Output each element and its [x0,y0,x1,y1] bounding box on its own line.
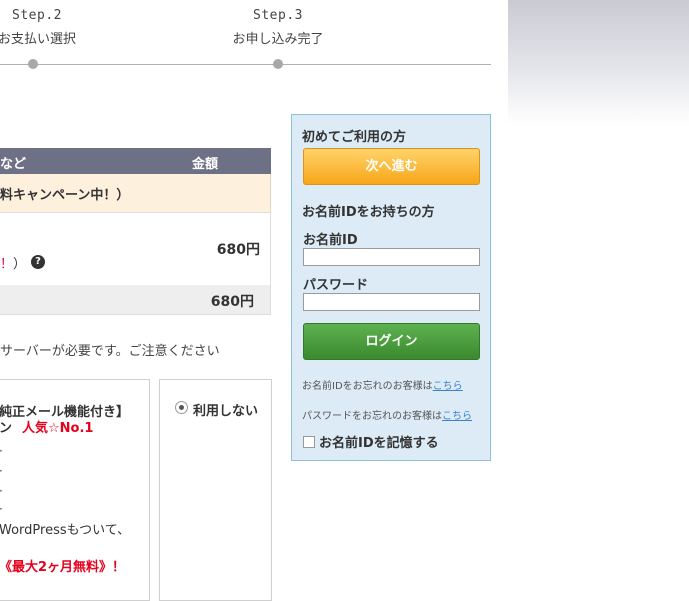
bullet-dot: · [0,502,3,516]
forgot-password-text: パスワードをお忘れのお客様はこちら [302,411,472,422]
step-2: Step.2 お支払い選択 [0,8,76,47]
first-time-heading: 初めてご利用の方 [302,130,407,145]
id-label: お名前ID [303,233,358,248]
step-3-number: Step.3 [253,8,303,23]
no-option-card[interactable]: 利用しない [159,379,272,601]
mail-option-card[interactable]: 純正メール機能付き】 ン人気☆No.1 · · · · WordPressもつい… [0,379,150,601]
step-3-dot [273,59,283,69]
login-panel: 初めてご利用の方 次へ進む お名前IDをお持ちの方 お名前ID パスワード ログ… [291,114,491,461]
id-input[interactable] [303,248,480,266]
price-note-red: ！ [0,257,14,272]
server-note: サーバーが必要です。ご注意ください [0,344,220,359]
step-2-dot [28,59,38,69]
price-note: ！） [0,257,27,272]
promo-text: 《最大2ヶ月無料》！ [0,560,126,575]
header-plan: など [0,157,27,172]
no-option-label: 利用しない [193,404,259,419]
bullet-dot: · [0,464,3,478]
help-icon[interactable]: ? [31,255,45,269]
no-option-radio[interactable] [175,401,188,414]
campaign-text: 料キャンペーン中！） [0,188,130,203]
total-row: 680円 [0,285,271,315]
remember-checkbox[interactable] [303,436,315,448]
password-label: パスワード [303,278,369,293]
forgot-id-link[interactable]: こちら [433,381,463,392]
step-progress-line [0,64,491,65]
password-input[interactable] [303,293,480,311]
has-id-heading: お名前IDをお持ちの方 [302,205,435,220]
forgot-id-text: お名前IDをお忘れのお客様はこちら [302,381,463,392]
step-3-label: お申し込み完了 [232,32,324,47]
wordpress-text: WordPressもついて、 [0,523,131,538]
next-button[interactable]: 次へ進む [303,148,480,185]
background-gradient [508,0,689,125]
bullet-dot: · [0,444,3,458]
bullet-dot: · [0,484,3,498]
price-row: ！） ? 680円 [0,213,271,285]
login-button[interactable]: ログイン [303,323,480,360]
remember-id[interactable]: お名前IDを記憶する [303,432,439,451]
popular-badge: 人気☆No.1 [22,421,94,436]
step-3: Step.3 お申し込み完了 [228,8,328,47]
forgot-password-link[interactable]: こちら [442,411,472,422]
mail-option-subtitle: ン人気☆No.1 [0,421,94,436]
order-table-header: など 金額 [0,148,271,174]
header-amount: 金額 [192,157,219,172]
step-2-number: Step.2 [12,8,62,23]
price-value: 680円 [216,242,260,258]
remember-label: お名前IDを記憶する [319,436,439,451]
campaign-row: 料キャンペーン中！） [0,174,271,213]
total-value: 680円 [210,294,254,310]
step-2-label: お支払い選択 [0,32,77,47]
